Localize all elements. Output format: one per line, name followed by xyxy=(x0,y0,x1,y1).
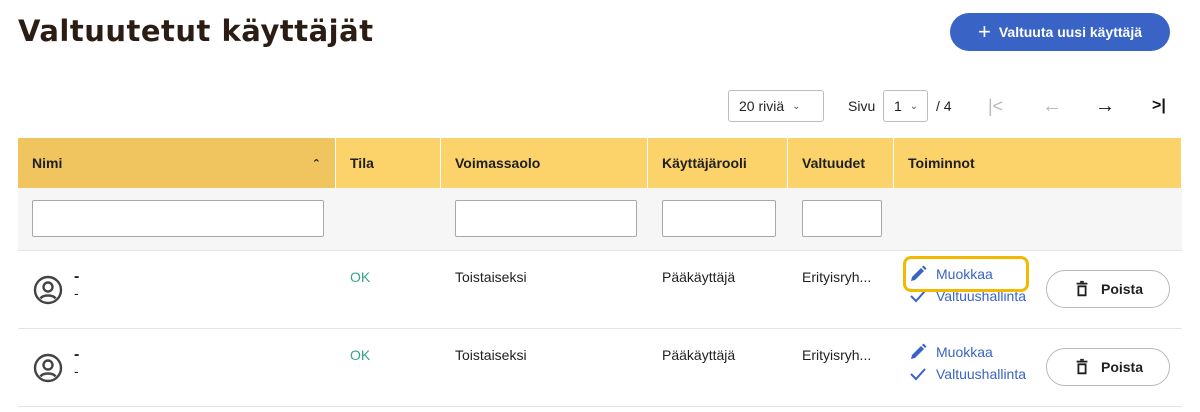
user-circle-icon xyxy=(33,275,63,305)
page-select[interactable]: 1 ⌄ xyxy=(883,90,928,122)
validity-value: Toistaiseksi xyxy=(455,347,527,363)
role-filter-input[interactable] xyxy=(662,200,776,237)
previous-page-icon[interactable]: ← xyxy=(1042,92,1062,120)
filter-row xyxy=(18,188,1182,251)
column-header-validity[interactable]: Voimassaolo xyxy=(441,138,648,188)
user-circle-icon xyxy=(33,353,63,383)
validity-value: Toistaiseksi xyxy=(455,269,527,285)
column-header-name[interactable]: Nimi ⌃ xyxy=(18,138,336,188)
rows-per-page-value: 20 riviä xyxy=(739,98,785,114)
validity-filter-input[interactable] xyxy=(455,200,637,237)
plus-icon: + xyxy=(977,19,991,44)
page-title: Valtuutetut käyttäjät xyxy=(18,14,374,48)
name-filter-input[interactable] xyxy=(32,200,324,237)
delete-button[interactable]: Poista xyxy=(1046,270,1170,308)
trash-icon xyxy=(1076,358,1088,375)
user-sub: - xyxy=(74,363,79,379)
status-badge: OK xyxy=(350,269,371,285)
column-header-status[interactable]: Tila xyxy=(336,138,441,188)
rights-value: Erityisryh... xyxy=(802,269,872,285)
chevron-down-icon: ⌄ xyxy=(909,100,919,112)
first-page-icon[interactable]: |< xyxy=(988,92,1003,120)
status-badge: OK xyxy=(350,347,371,363)
user-name: - xyxy=(74,268,80,285)
chevron-up-icon: ⌃ xyxy=(311,157,321,170)
column-header-role[interactable]: Käyttäjärooli xyxy=(648,138,788,188)
focus-highlight xyxy=(903,256,1029,292)
table-row: - - OK Toistaiseksi Pääkäyttäjä Erityisr… xyxy=(18,329,1182,407)
column-header-actions: Toiminnot xyxy=(894,138,1182,188)
page-total: / 4 xyxy=(936,98,952,114)
column-header-rights[interactable]: Valtuudet xyxy=(788,138,894,188)
delete-button[interactable]: Poista xyxy=(1046,348,1170,386)
page-label: Sivu xyxy=(848,98,876,114)
chevron-down-icon: ⌄ xyxy=(792,100,801,112)
role-value: Pääkäyttäjä xyxy=(662,269,736,285)
role-value: Pääkäyttäjä xyxy=(662,347,736,363)
check-icon xyxy=(910,368,926,381)
rights-value: Erityisryh... xyxy=(802,347,872,363)
pencil-icon xyxy=(911,343,927,359)
current-page: 1 xyxy=(894,98,902,114)
next-page-icon[interactable]: → xyxy=(1095,92,1115,120)
last-page-icon[interactable]: >| xyxy=(1152,92,1166,120)
table-header: Nimi ⌃ Tila Voimassaolo Käyttäjärooli Va… xyxy=(18,138,1182,188)
pagination: 20 riviä ⌄ Sivu 1 ⌄ / 4 |< ← → >| xyxy=(0,90,1200,124)
rows-per-page-select[interactable]: 20 riviä ⌄ xyxy=(728,90,824,122)
user-name: - xyxy=(74,346,80,363)
trash-icon xyxy=(1076,280,1088,297)
user-sub: - xyxy=(74,285,79,301)
add-user-label: Valtuuta uusi käyttäjä xyxy=(998,24,1143,40)
rights-filter-input[interactable] xyxy=(802,200,882,237)
add-user-button[interactable]: + Valtuuta uusi käyttäjä xyxy=(950,13,1170,51)
